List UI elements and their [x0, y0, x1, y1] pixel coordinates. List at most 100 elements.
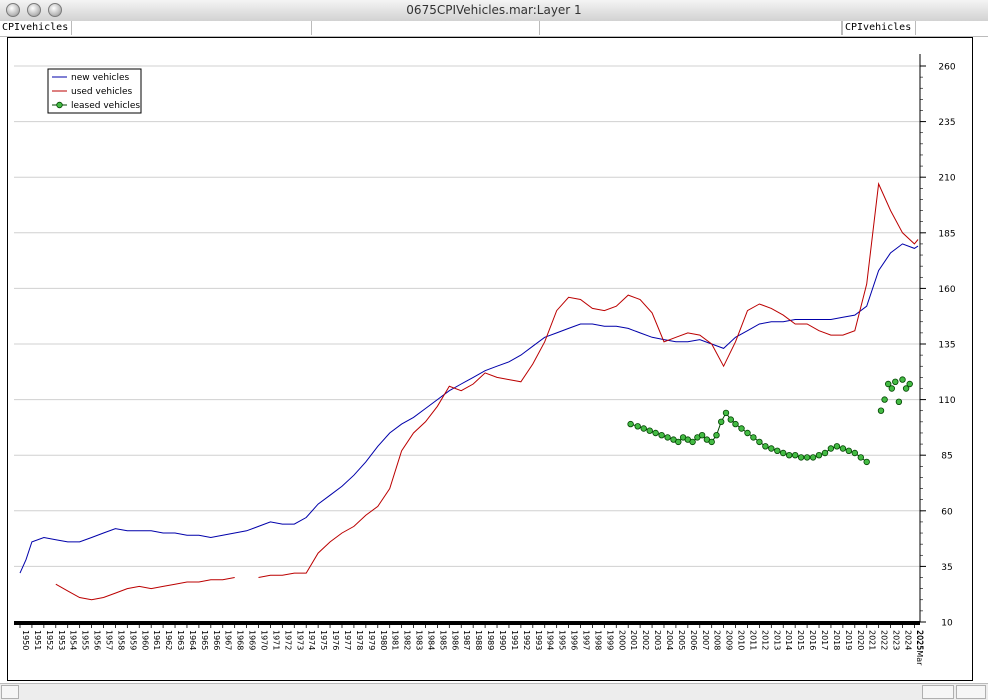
data-point — [664, 434, 671, 441]
data-point — [640, 425, 647, 432]
x-tick-label: 2016 — [808, 630, 817, 650]
x-tick-label: 2024 — [903, 630, 912, 650]
data-point — [851, 449, 858, 457]
x-axis-bar — [14, 621, 920, 625]
x-tick-label: 2011 — [748, 630, 757, 650]
x-tick-label: 1982 — [403, 630, 412, 650]
y-tick-label: 210 — [938, 174, 955, 184]
legend: new vehicles used vehicles leased vehicl… — [47, 68, 142, 114]
legend-leased-label: leased vehicles — [71, 101, 140, 111]
x-tick-label: 1988 — [474, 630, 483, 650]
data-point — [738, 425, 745, 432]
data-point — [658, 432, 665, 439]
series-line — [19, 243, 919, 574]
status-bar — [0, 683, 988, 700]
x-tick-label: 1968 — [236, 630, 245, 650]
legend-leased-marker — [56, 101, 63, 109]
y-tick-label: 10 — [941, 619, 953, 629]
x-tick-label: 1965 — [200, 630, 209, 650]
x-tick-label: 1955 — [81, 630, 90, 650]
x-tick-label: 2014 — [784, 630, 793, 650]
x-tick-label: 2010 — [737, 630, 746, 650]
series-used-vehicles — [55, 182, 919, 601]
series-line — [55, 182, 919, 601]
x-tick-label: 1969 — [248, 630, 257, 650]
data-point — [797, 454, 805, 461]
x-tick-label: 2019 — [844, 630, 853, 650]
x-tick-label: 2002 — [641, 630, 650, 650]
x-tick-label: 1980 — [379, 630, 388, 650]
data-point — [857, 454, 864, 461]
x-tick-label-last: 2025Mar — [915, 630, 924, 666]
x-tick-label: 1954 — [69, 630, 78, 650]
x-tick-label: 1950 — [21, 630, 30, 650]
data-point — [727, 416, 734, 423]
data-point — [881, 396, 888, 403]
x-tick-label: 1970 — [260, 630, 269, 650]
x-tick-label: 2000 — [617, 630, 626, 650]
series-new-vehicles — [19, 243, 919, 574]
data-point — [839, 445, 847, 452]
x-tick-label: 1956 — [93, 630, 102, 650]
x-tick-label: 1961 — [152, 630, 161, 650]
y-tick-label: 60 — [941, 507, 953, 517]
data-point — [780, 449, 787, 457]
data-point — [892, 378, 899, 385]
x-tick-label: 2001 — [629, 630, 638, 650]
x-tick-label: 1992 — [522, 630, 531, 650]
x-tick-label: 1957 — [104, 630, 113, 650]
x-tick-label: 1972 — [283, 630, 292, 650]
x-tick-label: 1975 — [319, 630, 328, 650]
data-point — [877, 407, 885, 414]
y-tick-label: 260 — [938, 63, 955, 73]
x-tick-label: 1958 — [116, 630, 125, 650]
data-point — [762, 443, 769, 450]
x-tick-label: 2012 — [760, 630, 769, 650]
x-tick-label: 2021 — [868, 630, 877, 650]
data-point — [708, 438, 715, 446]
data-point — [899, 376, 906, 383]
x-tick-label: 1959 — [128, 630, 137, 650]
x-tick-label: 1979 — [367, 630, 376, 650]
x-tick-label: 1987 — [462, 630, 471, 650]
data-point — [732, 420, 739, 428]
data-point — [786, 452, 793, 459]
x-tick-label: 2022 — [880, 630, 889, 650]
y-tick-label: 160 — [938, 285, 955, 295]
x-tick-label: 1986 — [450, 630, 459, 650]
series-layer — [19, 182, 919, 601]
x-tick-label: 1966 — [212, 630, 221, 650]
x-tick-label: 2003 — [653, 630, 662, 650]
axes: 103560851101351601852102352601950 1951 195… — [14, 54, 956, 666]
data-point — [750, 434, 757, 441]
data-point — [634, 423, 641, 430]
x-tick-label: 1973 — [295, 630, 304, 650]
x-tick-label: 1996 — [570, 630, 579, 650]
x-tick-label: 1998 — [593, 630, 602, 650]
status-cell-left — [1, 685, 19, 699]
x-tick-label: 1997 — [582, 630, 591, 650]
y-tick-label: 85 — [941, 452, 952, 462]
y-tick-label: 110 — [938, 396, 955, 406]
x-tick-label: 1974 — [307, 630, 316, 650]
x-tick-label: 1989 — [486, 630, 495, 650]
legend-new-label: new vehicles — [71, 73, 130, 83]
x-tick-label: 2020 — [856, 630, 865, 650]
x-tick-label: 1976 — [331, 630, 340, 650]
x-tick-label: 2005 — [677, 630, 686, 650]
x-tick-label: 2008 — [713, 630, 722, 650]
status-cell-right-1 — [922, 685, 954, 699]
data-point — [627, 420, 634, 428]
data-point — [821, 449, 829, 457]
data-point — [652, 429, 659, 437]
data-point — [863, 458, 870, 466]
data-point — [845, 447, 852, 454]
x-tick-label: 1962 — [164, 630, 173, 650]
data-point — [718, 418, 725, 425]
data-point — [815, 452, 823, 459]
resize-grip[interactable] — [956, 685, 986, 699]
x-tick-label: 1995 — [558, 630, 567, 650]
series-leased-vehicles — [627, 376, 913, 466]
data-point — [646, 427, 653, 434]
data-point — [792, 452, 799, 459]
